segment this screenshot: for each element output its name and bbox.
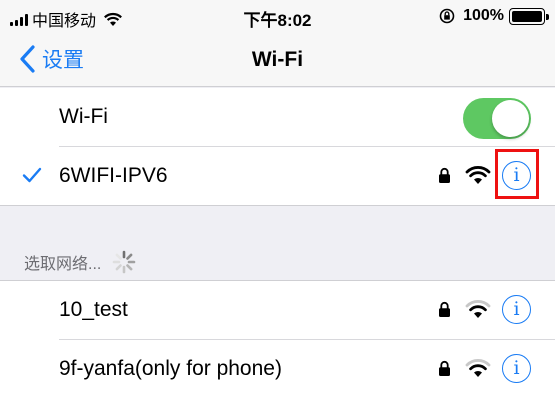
wifi-settings-group: Wi-Fi 6WIFI-IPV6 i — [0, 88, 555, 206]
nav-bar: 设置 Wi-Fi — [0, 34, 555, 87]
lock-icon — [439, 360, 450, 376]
wifi-toggle-switch[interactable] — [463, 98, 531, 139]
status-right: 100% — [439, 7, 549, 25]
network-name: 9f-yanfa(only for phone) — [59, 357, 282, 380]
connected-network-row[interactable]: 6WIFI-IPV6 i — [0, 147, 555, 206]
wifi-toggle-label: Wi-Fi — [59, 105, 108, 128]
status-bar: 中国移动 下午8:02 100% — [0, 0, 555, 34]
wifi-signal-icon — [465, 166, 491, 184]
lock-icon — [439, 301, 450, 317]
highlight-box — [495, 149, 539, 199]
section-header: 选取网络... — [24, 249, 137, 275]
wifi-signal-icon — [465, 300, 491, 318]
battery-icon — [509, 7, 549, 25]
network-row[interactable]: 9f-yanfa(only for phone) i — [0, 340, 555, 399]
checkmark-icon — [22, 167, 42, 183]
battery-percent: 100% — [463, 7, 504, 24]
network-name: 6WIFI-IPV6 — [59, 164, 168, 187]
toggle-knob — [492, 100, 529, 137]
info-button[interactable]: i — [502, 295, 531, 324]
wifi-signal-icon — [465, 359, 491, 377]
loading-spinner-icon — [113, 250, 136, 274]
network-list: 10_test i 9f-yanfa(only for phone) i — [0, 280, 555, 403]
lock-icon — [439, 167, 450, 183]
info-button[interactable]: i — [502, 354, 531, 383]
network-name: 10_test — [59, 298, 128, 321]
network-row[interactable]: 10_test i — [0, 281, 555, 340]
section-header-label: 选取网络... — [24, 256, 102, 273]
rotation-lock-icon — [439, 8, 455, 24]
page-title: Wi-Fi — [251, 48, 304, 71]
wifi-toggle-row: Wi-Fi — [0, 88, 555, 147]
battery-fill — [512, 10, 542, 22]
